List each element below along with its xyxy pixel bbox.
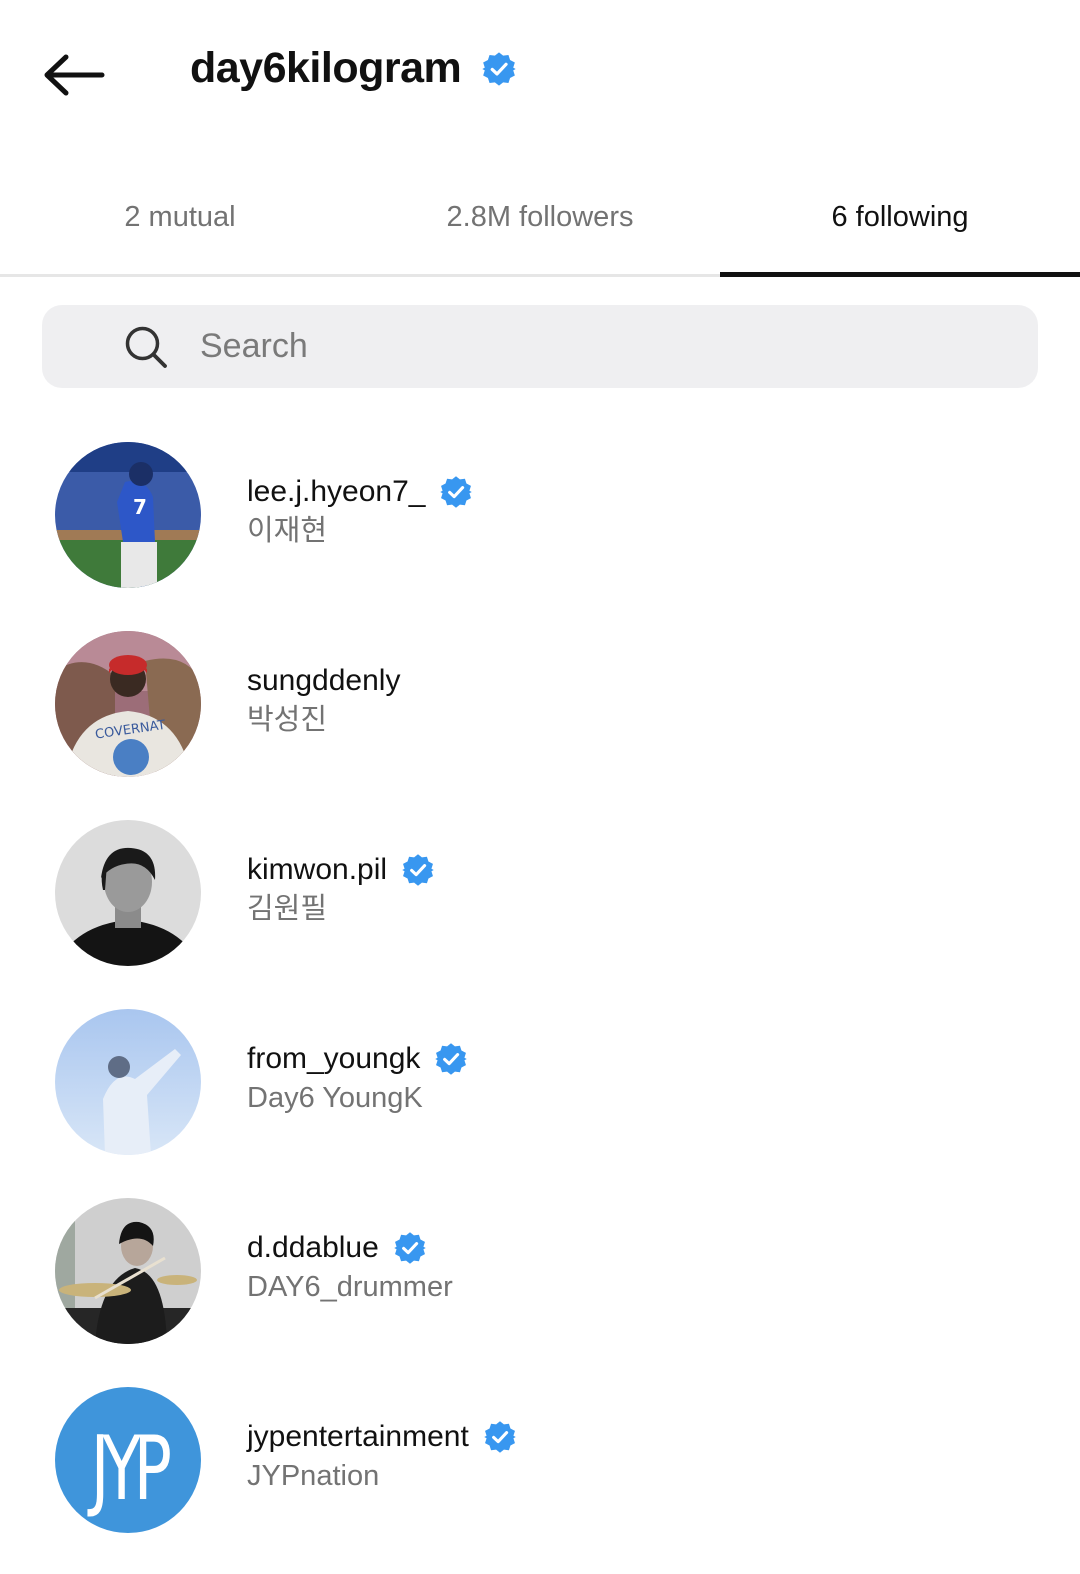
tab-mutual[interactable]: 2 mutual [0,160,360,274]
account-info: kimwon.pil 김원필 [247,850,435,928]
avatar[interactable]: COVERNAT [55,631,201,777]
avatar[interactable] [55,1198,201,1344]
account-username[interactable]: kimwon.pil [247,853,387,887]
account-full-name: 박성진 [247,704,328,736]
list-item[interactable]: 7 lee.j.hyeon7_ 이재현 [0,440,1080,629]
tab-mutual-label: 2 mutual [124,200,236,233]
list-item[interactable]: COVERNAT sungddenly 박성진 [0,629,1080,818]
account-info: sungddenly 박성진 [247,661,400,739]
list-item[interactable]: kimwon.pil 김원필 [0,818,1080,1007]
account-username[interactable]: jypentertainment [247,1420,469,1454]
account-full-name: 김원필 [247,893,328,925]
verified-badge-icon [483,1420,517,1454]
list-item[interactable]: JYP jypentertainment JYPnation [0,1385,1080,1574]
account-full-name: JYPnation [247,1460,380,1492]
top-bar: day6kilogram [0,0,1080,150]
back-arrow-icon [44,54,105,96]
search-bar[interactable] [42,305,1038,388]
avatar[interactable]: JYP [55,1387,201,1533]
account-info: jypentertainment JYPnation [247,1417,517,1495]
back-button[interactable] [40,48,106,102]
avatar[interactable] [55,1009,201,1155]
list-item[interactable]: from_youngk Day6 YoungK [0,1007,1080,1196]
verified-badge-icon [481,51,517,87]
verified-badge-icon [434,1042,468,1076]
tab-following[interactable]: 6 following [720,160,1080,277]
account-full-name: 이재현 [247,515,328,547]
jyp-logo-text: JYP [87,1419,170,1521]
avatar[interactable] [55,820,201,966]
account-username[interactable]: sungddenly [247,664,400,698]
svg-text:7: 7 [133,495,147,519]
account-username[interactable]: d.ddablue [247,1231,379,1265]
account-full-name: Day6 YoungK [247,1082,423,1114]
account-info: from_youngk Day6 YoungK [247,1039,468,1117]
search-input[interactable] [198,326,962,367]
account-info: lee.j.hyeon7_ 이재현 [247,472,473,550]
account-full-name: DAY6_drummer [247,1271,453,1303]
tab-followers-label: 2.8M followers [446,200,634,233]
profile-username: day6kilogram [190,44,462,92]
search-icon [124,325,168,369]
account-username[interactable]: lee.j.hyeon7_ [247,475,425,509]
following-list: 7 lee.j.hyeon7_ 이재현 COVERNAT sungddenly … [0,440,1080,1574]
tab-following-label: 6 following [831,200,969,233]
tab-followers[interactable]: 2.8M followers [360,160,720,274]
relationship-tabs: 2 mutual 2.8M followers 6 following [0,160,1080,277]
list-item[interactable]: d.ddablue DAY6_drummer [0,1196,1080,1385]
account-info: d.ddablue DAY6_drummer [247,1228,453,1306]
profile-title: day6kilogram [190,44,517,93]
verified-badge-icon [401,853,435,887]
account-username[interactable]: from_youngk [247,1042,420,1076]
verified-badge-icon [393,1231,427,1265]
avatar[interactable]: 7 [55,442,201,588]
verified-badge-icon [439,475,473,509]
